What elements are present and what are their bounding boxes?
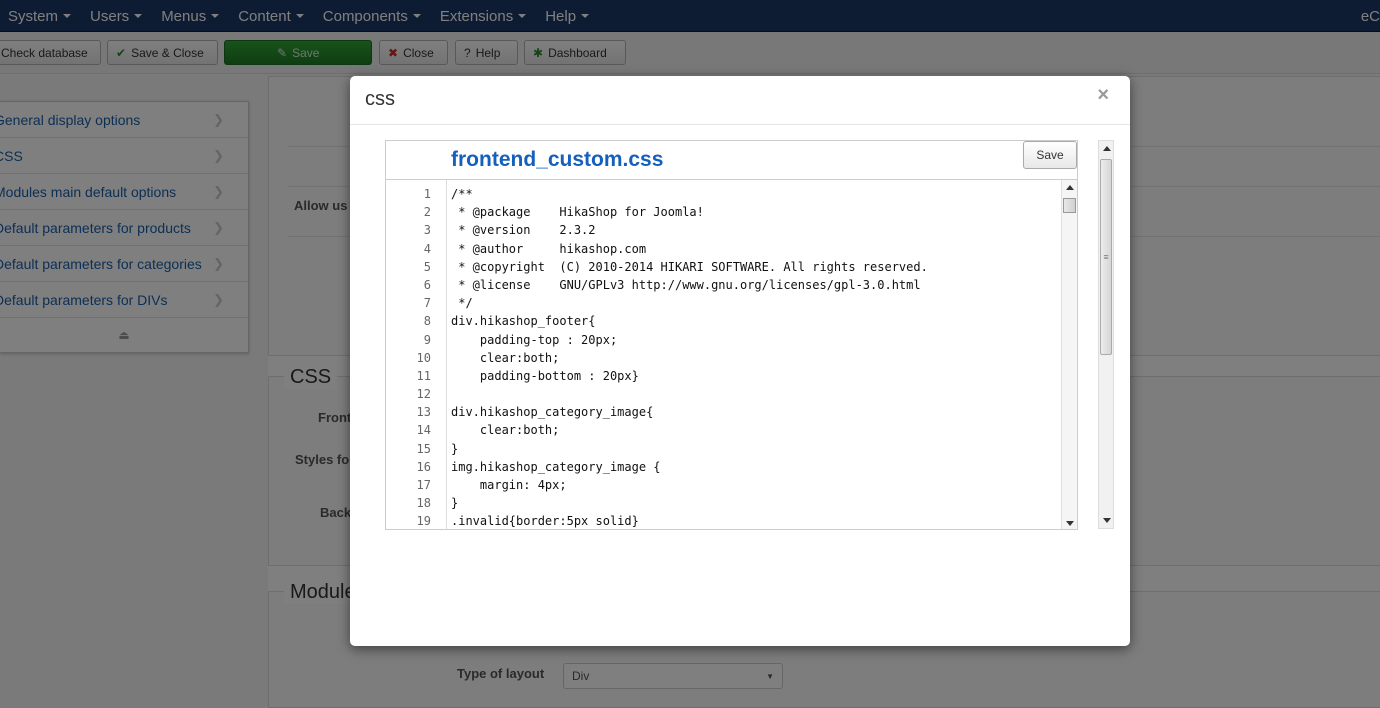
line-number-gutter: 1 2 3 4 5 6 7 8 9 10 11 12 13 14 15 16 17 18 19 (386, 180, 447, 529)
css-editor-frame: frontend_custom.css Save 1 2 3 4 5 6 7 8 9 10 11 12… (385, 140, 1078, 530)
close-icon[interactable]: × (1097, 85, 1109, 105)
scroll-down-arrow-icon[interactable] (1066, 521, 1074, 526)
line-number: 8 (423, 314, 431, 329)
line-number: 3 (423, 223, 431, 238)
code-line[interactable]: div.hikashop_category_image{ (451, 403, 1077, 421)
code-line[interactable]: * @author hikashop.com (451, 240, 1077, 258)
code-editor[interactable]: 1 2 3 4 5 6 7 8 9 10 11 12 13 14 15 16 17 18 19 /** * @pac… (386, 180, 1077, 529)
code-line[interactable]: padding-bottom : 20px} (451, 367, 1077, 385)
code-line[interactable]: clear:both; (451, 349, 1077, 367)
code-line[interactable]: div.hikashop_footer{ (451, 312, 1077, 330)
editor-save-button[interactable]: Save (1023, 141, 1077, 169)
code-line[interactable]: .invalid{border:5px solid} (451, 512, 1077, 529)
modal-header: css × (350, 76, 1130, 125)
code-line[interactable]: /** (451, 185, 1077, 203)
scroll-up-arrow-icon[interactable] (1103, 146, 1111, 151)
code-content[interactable]: /** * @package HikaShop for Joomla! * @v… (447, 180, 1077, 529)
modal-scrollbar-thumb[interactable]: ≡ (1100, 159, 1112, 355)
modal-scrollbar[interactable]: ≡ (1098, 140, 1114, 529)
line-number: 7 (423, 296, 431, 311)
code-line[interactable]: } (451, 494, 1077, 512)
line-number: 6 (423, 277, 431, 292)
file-name: frontend_custom.css (451, 148, 664, 171)
line-number: 5 (423, 259, 431, 274)
line-number: 15 (416, 441, 431, 456)
line-number: 11 (416, 368, 431, 383)
editor-scrollbar-thumb[interactable] (1063, 198, 1076, 213)
editor-header: frontend_custom.css Save (386, 141, 1077, 180)
code-line[interactable]: img.hikashop_category_image { (451, 458, 1077, 476)
line-number: 1 (423, 187, 431, 201)
grip-icon: ≡ (1103, 252, 1109, 262)
code-line[interactable]: } (451, 440, 1077, 458)
scroll-down-arrow-icon[interactable] (1103, 518, 1111, 523)
code-line[interactable]: * @package HikaShop for Joomla! (451, 203, 1077, 221)
line-number: 10 (416, 350, 431, 365)
code-line[interactable]: clear:both; (451, 421, 1077, 439)
scroll-up-arrow-icon[interactable] (1066, 185, 1074, 190)
editor-scrollbar[interactable] (1061, 180, 1077, 529)
line-number: 14 (416, 423, 431, 438)
code-line[interactable]: * @license GNU/GPLv3 http://www.gnu.org/… (451, 276, 1077, 294)
line-number: 13 (416, 405, 431, 420)
line-number: 2 (423, 205, 431, 220)
code-line[interactable]: */ (451, 294, 1077, 312)
code-line[interactable] (451, 385, 1077, 403)
line-number: 18 (416, 496, 431, 511)
modal-title: css (365, 88, 395, 110)
line-number: 9 (423, 332, 431, 347)
line-number: 16 (416, 459, 431, 474)
line-number: 17 (416, 478, 431, 492)
code-line[interactable]: padding-top : 20px; (451, 331, 1077, 349)
code-line[interactable]: margin: 4px; (451, 476, 1077, 494)
line-number: 4 (423, 241, 431, 256)
css-modal: css × frontend_custom.css Save 123456789… (350, 76, 1130, 646)
code-line[interactable]: * @version 2.3.2 (451, 221, 1077, 239)
line-number: 19 (416, 514, 431, 529)
code-line[interactable]: * @copyright (C) 2010-2014 HIKARI SOFTWA… (451, 258, 1077, 276)
line-number: 12 (416, 387, 431, 402)
